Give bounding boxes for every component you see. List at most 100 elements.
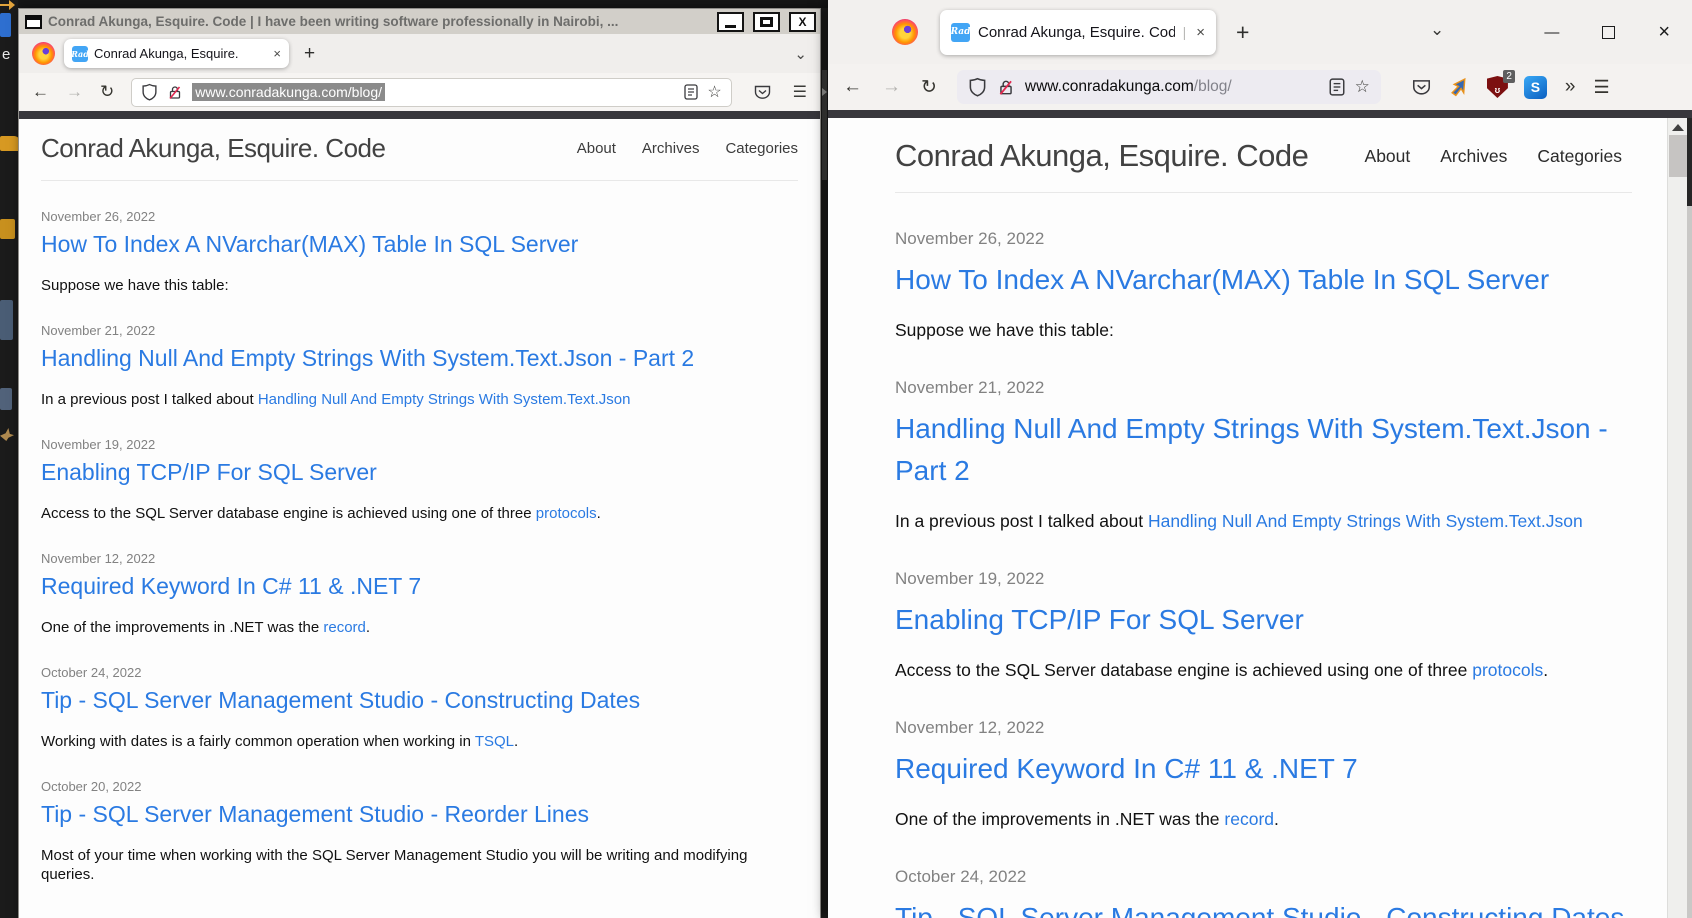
bookmark-star-icon[interactable]: ☆ (707, 82, 721, 102)
excerpt-link[interactable]: Handling Null And Empty Strings With Sys… (1148, 511, 1583, 531)
desktop-strip: e (0, 0, 18, 918)
post-title-link[interactable]: Required Keyword In C# 11 & .NET 7 (41, 573, 798, 600)
insecure-lock-icon[interactable] (997, 78, 1015, 97)
desktop-arrow-icon[interactable] (0, 0, 15, 10)
tab-bar: Rad Conrad Akunga, Esquire. Code | × + ⌄… (828, 0, 1692, 64)
nav-archives-link[interactable]: Archives (642, 140, 700, 157)
minimize-button[interactable] (717, 12, 744, 32)
new-tab-button[interactable]: + (1236, 19, 1249, 46)
desktop-file-icon[interactable] (0, 300, 13, 340)
post-title-link[interactable]: Required Keyword In C# 11 & .NET 7 (895, 748, 1646, 790)
url-text[interactable]: www.conradakunga.com/blog/ (1025, 78, 1232, 96)
excerpt-link[interactable]: TSQL (475, 733, 514, 750)
window-controls: — × (1544, 0, 1670, 64)
excerpt-link[interactable]: protocols (1472, 660, 1543, 680)
nav-about-link[interactable]: About (577, 140, 616, 157)
scrollbar-thumb[interactable] (1669, 135, 1687, 177)
desktop-app-icon[interactable] (0, 13, 11, 37)
window-icon (25, 15, 42, 29)
back-button[interactable]: ← (32, 82, 49, 102)
overflow-chevrons-icon[interactable]: » (1565, 76, 1576, 98)
post-title-link[interactable]: Tip - SQL Server Management Studio - Con… (41, 687, 798, 714)
desktop-file-icon[interactable] (0, 388, 12, 410)
nav-archives-link[interactable]: Archives (1440, 146, 1507, 167)
post-item: October 20, 2022 Tip - SQL Server Manage… (41, 779, 798, 884)
post-title-link[interactable]: Tip - SQL Server Management Studio - Con… (895, 897, 1646, 918)
minimize-button[interactable]: — (1544, 24, 1559, 41)
site-header: Conrad Akunga, Esquire. Code About Archi… (895, 118, 1632, 193)
tracking-protection-shield-icon[interactable] (141, 83, 158, 101)
post-item: November 21, 2022 Handling Null And Empt… (41, 323, 798, 409)
post-date: November 21, 2022 (895, 378, 1646, 398)
tab-close-icon[interactable]: × (273, 46, 281, 61)
ublock-origin-icon[interactable]: ʊ 2 (1487, 76, 1508, 98)
nav-about-link[interactable]: About (1365, 146, 1411, 167)
download-arrow-extension-icon[interactable] (1448, 76, 1471, 99)
desktop-bird-icon[interactable] (0, 428, 14, 441)
tab-overflow-chevron-icon[interactable]: ⌄ (1430, 20, 1444, 40)
close-button[interactable]: × (1658, 21, 1670, 44)
tab-close-icon[interactable]: × (1196, 24, 1205, 41)
browser-tab[interactable]: Rad Conrad Akunga, Esquire. × (64, 39, 289, 68)
close-button[interactable]: X (789, 12, 816, 32)
reader-mode-icon[interactable] (1329, 78, 1345, 96)
menu-hamburger-icon[interactable]: ☰ (1594, 77, 1610, 98)
post-title-link[interactable]: Tip - SQL Server Management Studio - Reo… (41, 801, 798, 828)
back-button[interactable]: ← (843, 76, 862, 98)
excerpt-link[interactable]: Handling Null And Empty Strings With Sys… (258, 391, 631, 408)
url-text-selected[interactable]: www.conradakunga.com/blog/ (192, 83, 385, 101)
post-item: October 24, 2022 Tip - SQL Server Manage… (41, 665, 798, 751)
site-header: Conrad Akunga, Esquire. Code About Archi… (41, 119, 798, 181)
skype-icon[interactable]: S (1524, 76, 1547, 99)
tracking-protection-shield-icon[interactable] (968, 77, 987, 97)
url-bar[interactable]: www.conradakunga.com/blog/ ☆ (131, 78, 731, 107)
background-scrollbar-arrow[interactable] (822, 88, 827, 96)
menu-hamburger-icon[interactable]: ☰ (793, 82, 807, 102)
post-title-link[interactable]: Handling Null And Empty Strings With Sys… (41, 345, 798, 372)
browser-tab[interactable]: Rad Conrad Akunga, Esquire. Code | × (940, 10, 1216, 55)
excerpt-text: . (597, 505, 601, 522)
firefox-icon[interactable] (32, 42, 55, 65)
desktop-shortcut-label[interactable]: e (2, 46, 10, 63)
post-date: November 21, 2022 (41, 323, 798, 338)
window-titlebar[interactable]: Conrad Akunga, Esquire. Code | I have be… (19, 9, 820, 34)
post-title-link[interactable]: How To Index A NVarchar(MAX) Table In SQ… (41, 231, 798, 258)
page-content: Conrad Akunga, Esquire. Code About Archi… (828, 118, 1692, 918)
scrollbar-up-arrow[interactable] (1672, 124, 1684, 131)
forward-button[interactable]: → (66, 82, 83, 102)
site-title-link[interactable]: Conrad Akunga, Esquire. Code (895, 138, 1308, 174)
site-title-link[interactable]: Conrad Akunga, Esquire. Code (41, 133, 385, 164)
reload-button[interactable]: ↻ (100, 82, 114, 102)
insecure-lock-icon[interactable] (167, 84, 183, 101)
post-date: November 12, 2022 (41, 551, 798, 566)
folder-icon[interactable] (0, 136, 20, 151)
nav-categories-link[interactable]: Categories (725, 140, 798, 157)
post-title-link[interactable]: Enabling TCP/IP For SQL Server (895, 599, 1646, 641)
screen-edge-strip (1687, 206, 1692, 918)
reload-button[interactable]: ↻ (921, 76, 937, 99)
post-title-link[interactable]: Enabling TCP/IP For SQL Server (41, 459, 798, 486)
background-scrollbar-thumb[interactable] (822, 70, 827, 180)
pocket-icon[interactable] (753, 83, 772, 102)
pocket-icon[interactable] (1411, 77, 1432, 98)
firefox-icon[interactable] (892, 19, 918, 45)
maximize-button[interactable] (1602, 26, 1615, 39)
tab-overflow-chevron-icon[interactable]: ⌄ (794, 45, 807, 63)
post-date: October 24, 2022 (41, 665, 798, 680)
excerpt-text: Suppose we have this table: (895, 320, 1114, 340)
excerpt-link[interactable]: record (1224, 809, 1274, 829)
page-scrollbar[interactable] (1667, 118, 1687, 918)
new-tab-button[interactable]: + (304, 43, 315, 65)
post-title-link[interactable]: How To Index A NVarchar(MAX) Table In SQ… (895, 259, 1646, 301)
excerpt-link[interactable]: record (323, 619, 366, 636)
maximize-button[interactable] (753, 12, 780, 32)
reader-mode-icon[interactable] (684, 84, 698, 100)
bookmark-star-icon[interactable]: ☆ (1355, 77, 1370, 97)
excerpt-link[interactable]: protocols (536, 505, 597, 522)
screen-edge-strip (1687, 118, 1692, 206)
post-title-link[interactable]: Handling Null And Empty Strings With Sys… (895, 408, 1646, 492)
url-bar[interactable]: www.conradakunga.com/blog/ ☆ (957, 70, 1381, 104)
folder-icon[interactable] (0, 219, 15, 239)
forward-button[interactable]: → (882, 76, 901, 98)
nav-categories-link[interactable]: Categories (1537, 146, 1622, 167)
